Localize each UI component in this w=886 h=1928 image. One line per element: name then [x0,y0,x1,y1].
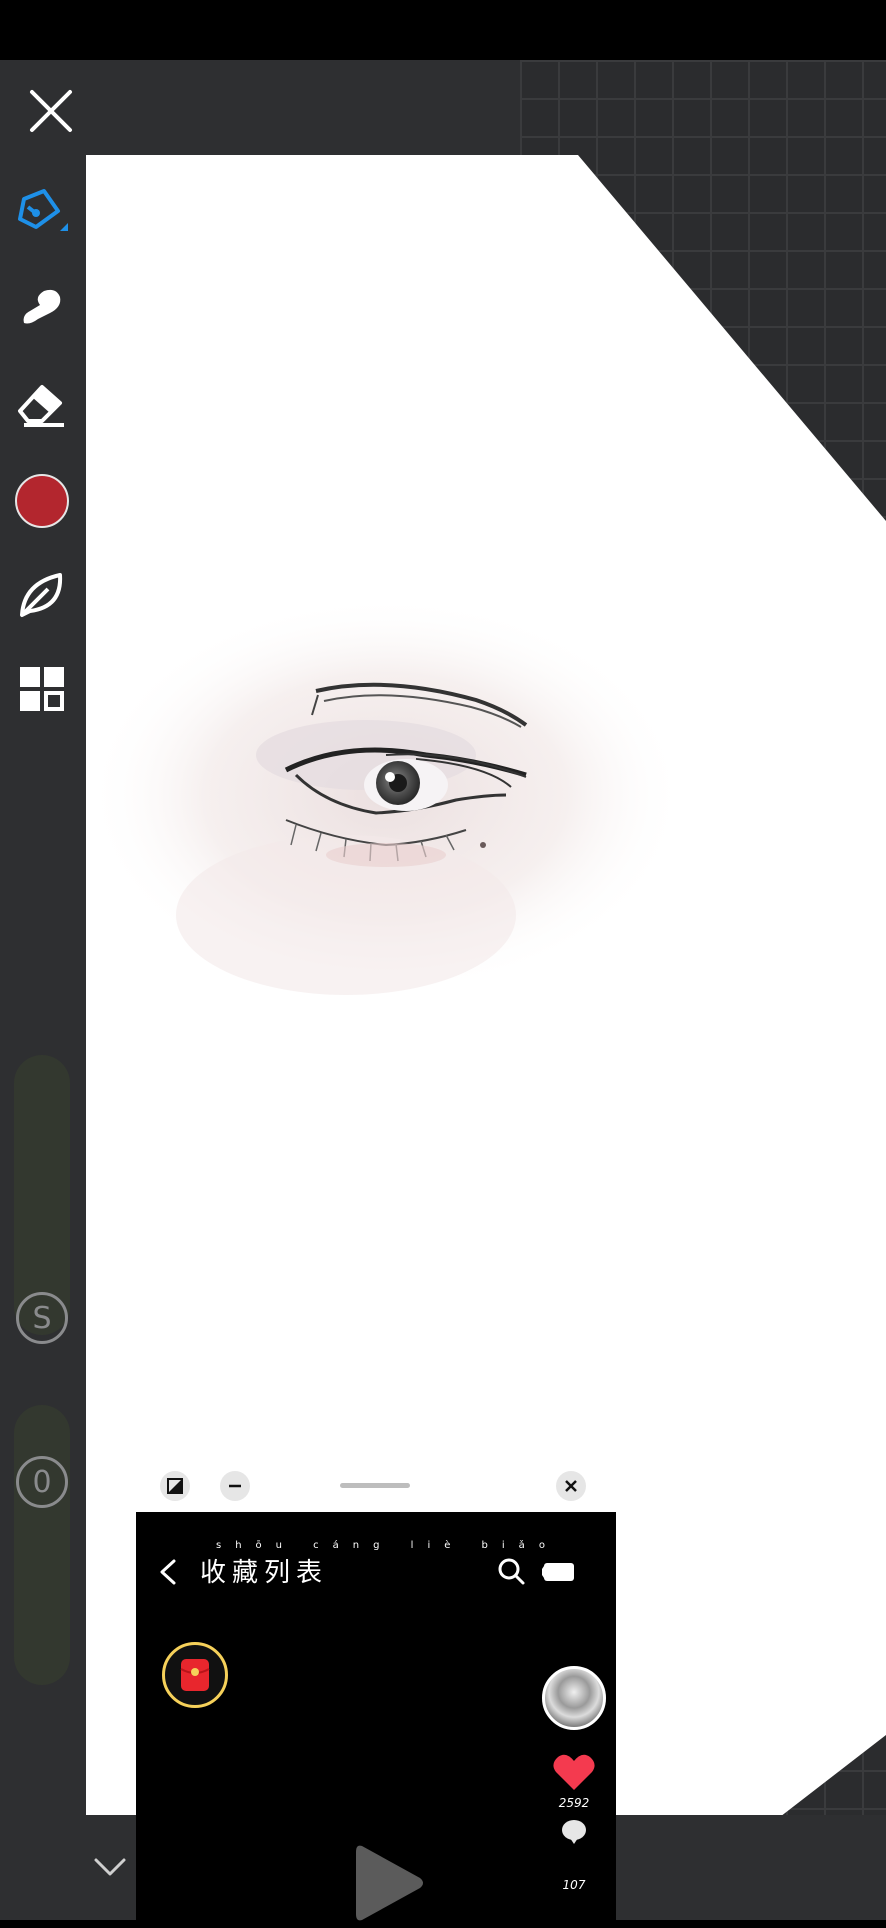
resize-button[interactable] [160,1471,190,1501]
floating-video-window[interactable]: shōu cáng liè biǎo 收藏列表 2592 107 [136,1458,616,1921]
status-bar [0,0,886,60]
leaf-icon [20,573,63,617]
play-icon[interactable] [348,1838,428,1928]
video-camera-icon[interactable] [542,1560,576,1584]
video-player[interactable]: shōu cáng liè biǎo 收藏列表 2592 107 [136,1512,616,1921]
opacity-label: 0 [32,1464,52,1500]
minimize-button[interactable] [220,1471,250,1501]
like-count: 2592 [558,1796,590,1810]
eraser-tool[interactable] [14,375,70,431]
floating-window-header[interactable] [136,1458,616,1512]
back-arrow-icon[interactable] [158,1558,178,1586]
color-swatch[interactable] [14,473,70,529]
left-toolbar: S 0 [0,155,86,1820]
video-header: shōu cáng liè biǎo 收藏列表 [158,1540,598,1592]
collection-title: 收藏列表 [200,1558,329,1588]
close-icon [565,1480,577,1492]
opacity-slider[interactable] [14,1405,70,1685]
smudge-tool[interactable] [14,279,70,335]
size-label: S [32,1300,52,1336]
avatar[interactable] [542,1666,606,1730]
red-packet-button[interactable] [162,1642,228,1708]
pen-tool[interactable] [14,185,70,241]
layers-tool[interactable] [14,661,70,717]
drag-handle[interactable] [340,1483,410,1488]
red-packet-icon [180,1659,210,1691]
title-pinyin: shōu cáng liè biǎo [216,1540,559,1551]
chevron-down-icon[interactable] [92,1852,128,1882]
pen-icon [18,189,68,231]
smudge-icon [23,289,61,324]
minus-icon [229,1484,241,1488]
brush-size-indicator[interactable]: S [16,1292,68,1344]
opacity-indicator[interactable]: 0 [16,1456,68,1508]
eraser-icon [18,385,64,427]
close-icon[interactable] [26,86,76,136]
leaf-brush-tool[interactable] [14,567,70,623]
grid-icon [20,667,64,711]
close-window-button[interactable] [556,1471,586,1501]
comment-icon[interactable] [560,1818,588,1844]
heart-icon[interactable] [552,1752,596,1792]
comment-count: 107 [562,1878,586,1892]
resize-icon [167,1478,183,1494]
current-color [15,474,69,528]
search-icon[interactable] [496,1556,526,1586]
